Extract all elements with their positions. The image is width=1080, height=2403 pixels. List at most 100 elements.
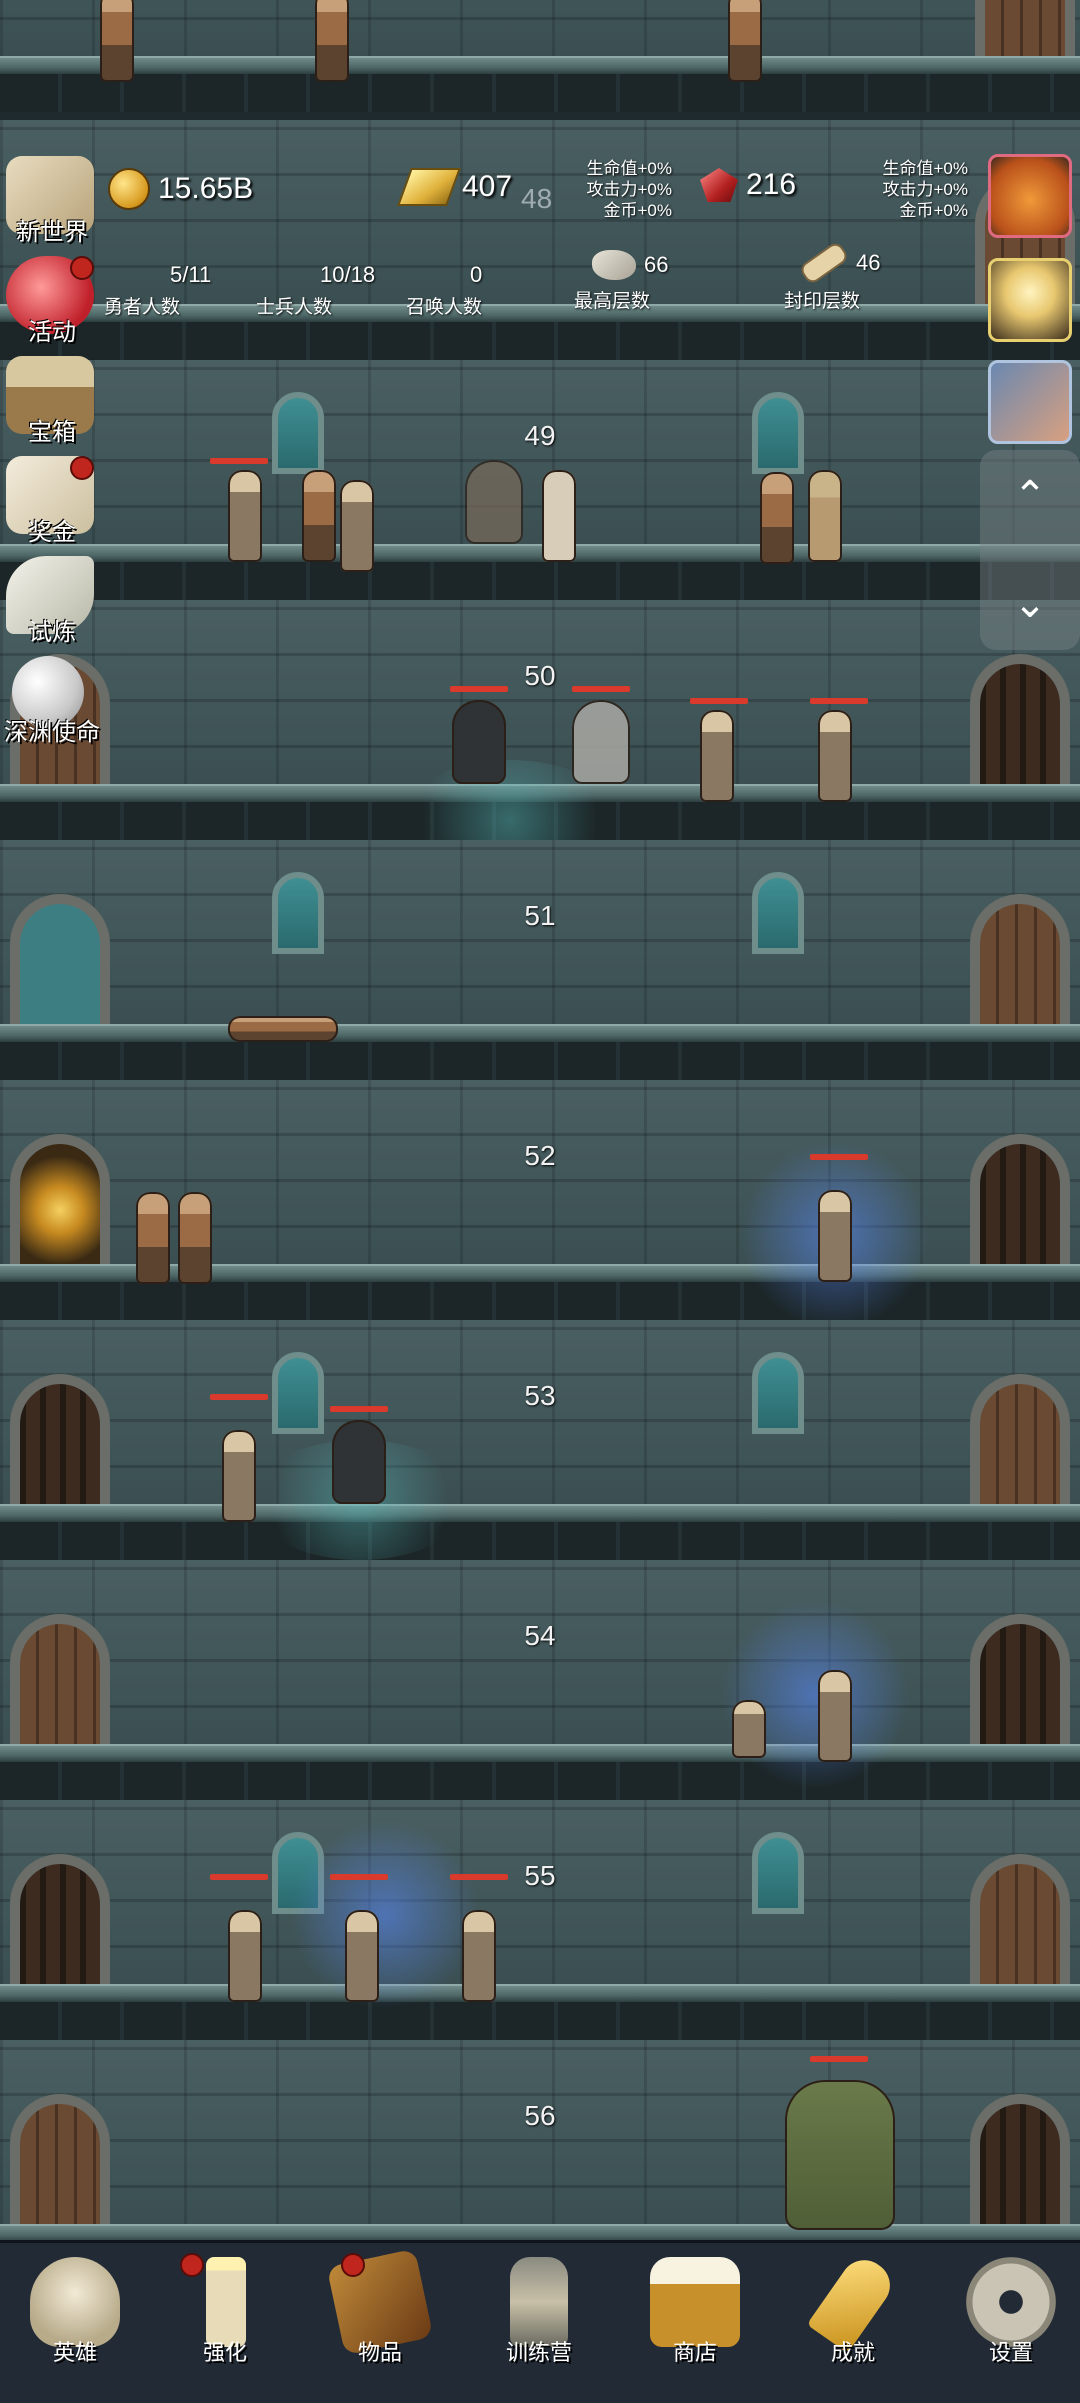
zombie-crawling-enemy[interactable] [732, 1700, 766, 1758]
nav-upgrade[interactable]: 强化 [150, 2243, 300, 2403]
floor-54: 54 [0, 1560, 1080, 1800]
skeleton-mage-enemy[interactable] [818, 1670, 852, 1762]
skeleton-mage-enemy[interactable] [818, 1190, 852, 1282]
hero-count-label: 勇者人数 [104, 297, 181, 318]
floor-base [0, 562, 1080, 600]
hero-unit [315, 0, 349, 82]
ghost-enemy[interactable] [572, 700, 630, 784]
nav-settings[interactable]: 设置 [936, 2243, 1080, 2403]
soldier-count: 10/18 [320, 262, 376, 287]
shadow-enemy[interactable] [452, 700, 506, 784]
window [752, 392, 804, 474]
treasure-map-button[interactable] [988, 360, 1072, 444]
shadow-enemy[interactable] [332, 1420, 386, 1504]
window [272, 872, 324, 954]
scroll-up-button[interactable]: ⌃ [1008, 474, 1052, 518]
hero-unit [760, 472, 794, 564]
max-floor-label: 最高层数 [574, 291, 651, 312]
side-menu-label: 宝箱 [28, 419, 76, 446]
floor-ledge [0, 56, 1080, 74]
door [970, 1134, 1070, 1264]
floor-number: 49 [524, 420, 556, 451]
side-menu-abyss-mission[interactable]: 深渊使命 [0, 652, 104, 752]
hero-unit [302, 470, 336, 562]
seal-floor-value: 46 [856, 250, 881, 275]
zombie-enemy[interactable] [818, 710, 852, 802]
floor-55: 55 [0, 1800, 1080, 2040]
gem-value: 216 [746, 168, 797, 201]
floor-53: 53 [0, 1320, 1080, 1560]
door [970, 1614, 1070, 1744]
enemy-hp-bar [572, 686, 630, 692]
side-menu-treasure[interactable]: 宝箱 [0, 352, 104, 452]
floor-number: 53 [524, 1380, 556, 1411]
gold-bar-counter: 407 [397, 168, 512, 206]
soldier-count-label: 士兵人数 [256, 297, 333, 318]
nav-label: 训练营 [505, 2340, 572, 2365]
floor-base [0, 2002, 1080, 2040]
pumpkin-event-button[interactable] [988, 154, 1072, 238]
door [10, 1854, 110, 1984]
enemy-hp-bar [810, 698, 868, 704]
door [970, 2094, 1070, 2224]
nav-achievements[interactable]: 成就 [778, 2243, 928, 2403]
knight-unit [808, 470, 842, 562]
enemy-hp-bar [210, 1874, 268, 1880]
scroll-down-button[interactable]: ⌄ [1008, 582, 1052, 626]
floor-base [0, 74, 1080, 112]
bonus-stats-left: 生命值+0% 攻击力+0% 金币+0% [560, 158, 673, 221]
window [752, 872, 804, 954]
enemy-hp-bar [210, 458, 268, 464]
enemy-hp-bar [810, 2056, 868, 2062]
enemy-hp-bar [330, 1874, 388, 1880]
enemy-hp-bar [450, 686, 508, 692]
nav-label: 强化 [202, 2340, 247, 2365]
bonus-stats-right: 生命值+0% 攻击力+0% 金币+0% [856, 158, 969, 221]
side-menu-trial[interactable]: 试炼 [0, 552, 104, 652]
zombie-enemy[interactable] [700, 710, 734, 802]
nav-heroes[interactable]: 英雄 [0, 2243, 150, 2403]
floor-number-behind: 48 [521, 183, 553, 214]
max-floor-counter: 66 [592, 250, 668, 280]
side-menu-event[interactable]: 活动 [0, 252, 104, 352]
skeleton-warrior-enemy[interactable] [228, 1910, 262, 2002]
side-menu-label: 奖金 [28, 519, 76, 546]
bonus-gold: 金币+0% [899, 201, 969, 220]
portal-door[interactable] [10, 1134, 110, 1264]
seal-floor-counter: 46 [798, 240, 881, 286]
floor-ledge [0, 1024, 1080, 1042]
side-menu-bonus[interactable]: 奖金 [0, 452, 104, 552]
bonus-atk: 攻击力+0% [882, 180, 969, 199]
enemy-hp-bar [330, 1406, 388, 1412]
summon-count: 0 [470, 262, 483, 287]
bonus-atk: 攻击力+0% [586, 180, 673, 199]
bottom-navigation: 英雄 强化 物品 训练营 商店 成就 设置 [0, 2240, 1080, 2403]
enemy-hp-bar [690, 698, 748, 704]
skeleton-archer-enemy[interactable] [222, 1430, 256, 1522]
candle-event-button[interactable] [988, 258, 1072, 342]
nav-items[interactable]: 物品 [305, 2243, 455, 2403]
notification-badge [341, 2253, 365, 2277]
floor-number: 56 [524, 2100, 556, 2131]
floor-52: 52 [0, 1080, 1080, 1330]
floor-56: 56 [0, 2040, 1080, 2240]
side-menu-new-world[interactable]: 新世界 [0, 152, 104, 252]
nav-training-camp[interactable]: 训练营 [464, 2243, 614, 2403]
skeleton-mage-enemy[interactable] [345, 1910, 379, 2002]
skeleton-archer-enemy[interactable] [462, 1910, 496, 2002]
side-menu-label: 新世界 [16, 219, 88, 246]
enemy-hp-bar [810, 1154, 868, 1160]
bat-mage-unit [465, 460, 523, 544]
hero-unit [136, 1192, 170, 1284]
door [10, 2094, 110, 2224]
floor-number: 54 [524, 1620, 556, 1651]
zombie-enemy[interactable] [228, 470, 262, 562]
stone-icon [592, 250, 636, 280]
orc-boss-enemy[interactable] [785, 2080, 895, 2230]
door [10, 1374, 110, 1504]
notification-badge [180, 2253, 204, 2277]
nav-shop[interactable]: 商店 [620, 2243, 770, 2403]
seal-floor-label: 封印层数 [784, 291, 861, 312]
floor-ledge [0, 1744, 1080, 1762]
hero-unit [178, 1192, 212, 1284]
